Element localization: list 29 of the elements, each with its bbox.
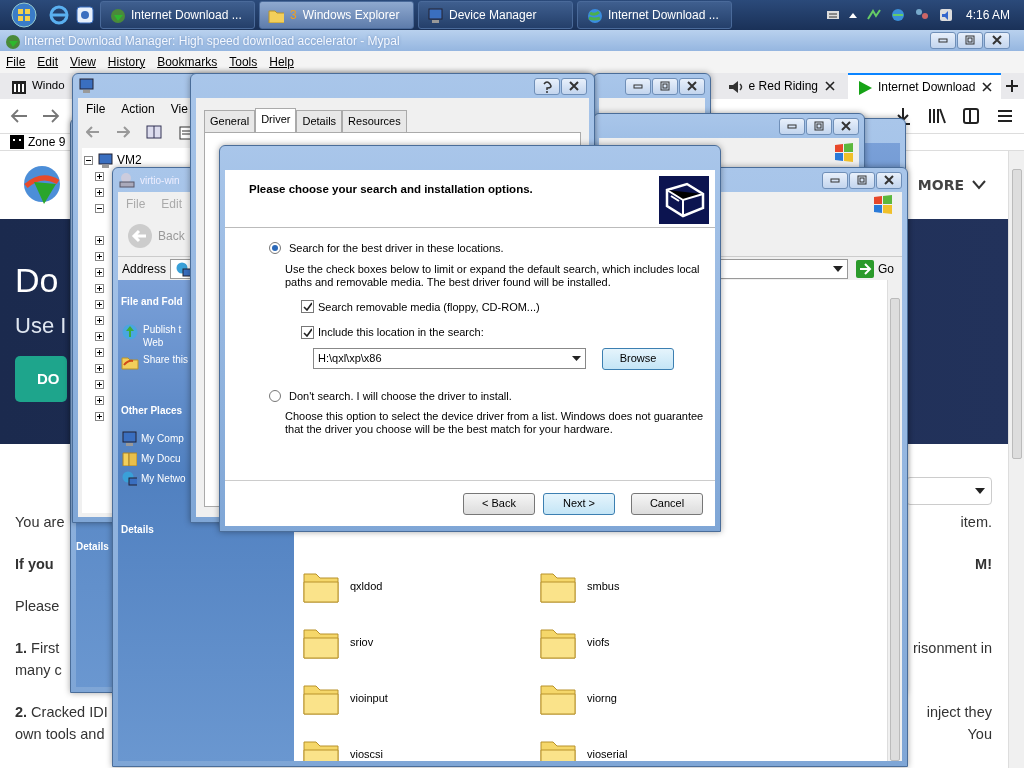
paragraph-text: many c	[15, 661, 62, 680]
paragraph-text: inject they	[926, 703, 992, 722]
paragraph-text: item.	[960, 513, 992, 532]
dialog-heading: Please choose your search and installation options.	[249, 182, 533, 197]
paragraph-text: risonment in	[913, 639, 992, 658]
option-description: Use the check boxes below to limit or expand the default search, which includes local paths and removable media. The best driver found will be installed.	[285, 262, 701, 289]
paragraph-text: You are	[15, 513, 65, 532]
window-title: virtio-win	[140, 173, 180, 188]
hero-subtitle: Use I	[15, 312, 67, 341]
window-title: Internet Download Manager: High speed download accelerator - Mypal	[24, 32, 400, 50]
hero-heading: Do	[15, 262, 59, 300]
pane-heading: Details	[76, 540, 110, 554]
taskbar-label: Internet Download ...	[608, 7, 719, 24]
paragraph-text: Please	[15, 597, 60, 616]
pane-heading: Details	[121, 523, 155, 537]
paragraph-text: 2. Cracked IDI	[15, 703, 108, 722]
taskbar-label: Device Manager	[449, 7, 537, 24]
option-description: Choose this option to select the device driver from a list. Windows does not guarantee that the driver you choose will be the best match for your hardware.	[285, 410, 705, 436]
clock: 4:16 AM	[965, 7, 1010, 24]
window-count: 3	[290, 7, 297, 24]
taskbar-label: Windows Explorer	[302, 7, 400, 24]
paragraph-text: 1. First	[15, 639, 60, 658]
paragraph-text: You	[967, 725, 992, 744]
paragraph-text: own tools and	[15, 725, 105, 744]
pane-heading: File and Fold	[121, 295, 184, 309]
address-label: Address	[122, 260, 167, 278]
taskbar-label: Internet Download ...	[131, 7, 242, 24]
paragraph-text: If you	[15, 555, 54, 574]
paragraph-text: M!	[975, 555, 992, 574]
